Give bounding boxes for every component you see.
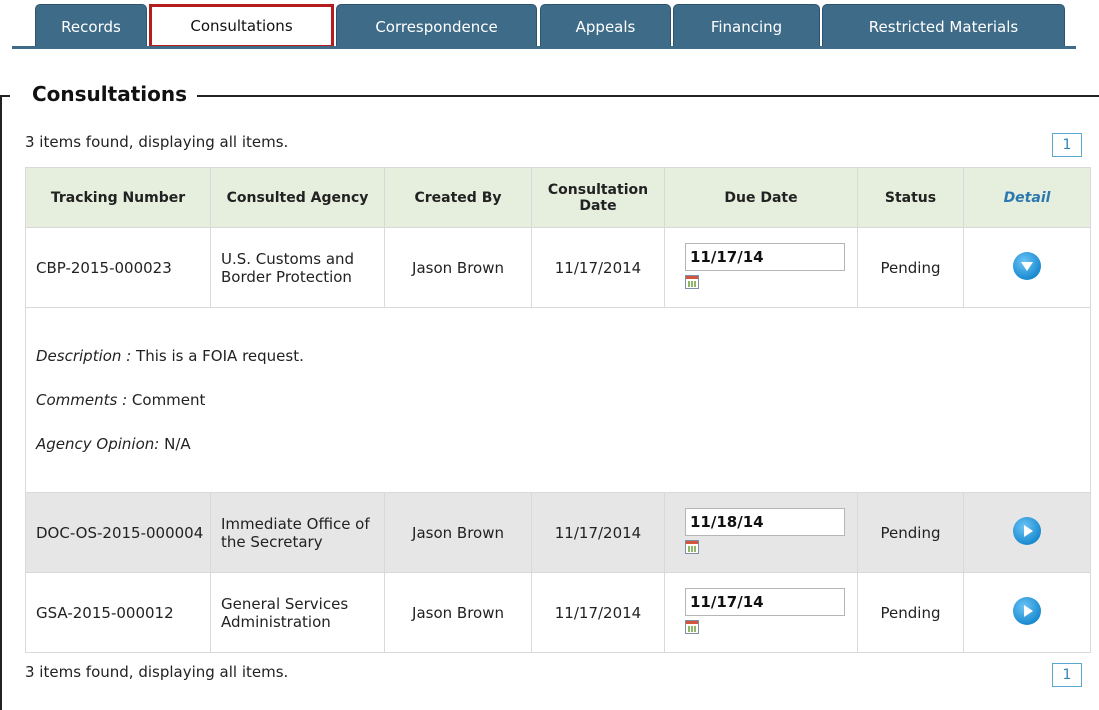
- status: Pending: [857, 227, 964, 308]
- tab-correspondence[interactable]: Correspondence: [336, 4, 537, 48]
- detail-cell: [963, 492, 1091, 573]
- status: Pending: [857, 572, 964, 653]
- opinion-value: N/A: [164, 435, 191, 453]
- calendar-icon[interactable]: [685, 619, 699, 634]
- calendar-icon[interactable]: [685, 539, 699, 554]
- tracking-number: DOC-OS-2015-000004: [25, 492, 211, 573]
- col-consultation-date: Consultation Date: [531, 167, 665, 228]
- tab-consultations[interactable]: Consultations: [149, 4, 334, 48]
- status: Pending: [857, 492, 964, 573]
- due-date-cell: [664, 227, 858, 308]
- table-row: GSA-2015-000012 General Services Adminis…: [25, 572, 1091, 653]
- created-by: Jason Brown: [384, 227, 532, 308]
- collapse-detail-icon[interactable]: [1013, 251, 1041, 280]
- due-date-input[interactable]: [685, 242, 845, 271]
- comments-value: Comment: [131, 391, 206, 409]
- table-header-row: Tracking Number Consulted Agency Created…: [25, 167, 1091, 228]
- tab-bar: Records Consultations Correspondence App…: [0, 0, 1099, 52]
- page-link-1-top[interactable]: 1: [1052, 133, 1082, 157]
- tab-financing[interactable]: Financing: [673, 4, 820, 48]
- created-by: Jason Brown: [384, 492, 532, 573]
- opinion-label: Agency Opinion:: [36, 435, 160, 453]
- detail-cell: [963, 227, 1091, 308]
- results-summary-top: 3 items found, displaying all items.: [25, 133, 289, 151]
- results-summary-bottom: 3 items found, displaying all items.: [25, 663, 289, 681]
- due-date-cell: [664, 492, 858, 573]
- page-link-1-bottom[interactable]: 1: [1052, 663, 1082, 687]
- created-by: Jason Brown: [384, 572, 532, 653]
- tracking-number: CBP-2015-000023: [25, 227, 211, 308]
- table-row: CBP-2015-000023 U.S. Customs and Border …: [25, 227, 1091, 308]
- col-due-date: Due Date: [664, 167, 858, 228]
- due-date-input[interactable]: [685, 587, 845, 616]
- tab-restricted-materials[interactable]: Restricted Materials: [822, 4, 1065, 48]
- tab-underline: [12, 46, 1076, 49]
- detail-row: Description : This is a FOIA request. Co…: [25, 307, 1091, 493]
- col-consulted-agency: Consulted Agency: [210, 167, 385, 228]
- col-status: Status: [857, 167, 964, 228]
- consultation-date: 11/17/2014: [531, 492, 665, 573]
- detail-cell: [963, 572, 1091, 653]
- expand-detail-icon[interactable]: [1013, 596, 1041, 625]
- col-detail: Detail: [963, 167, 1091, 228]
- consulted-agency: General Services Administration: [210, 572, 385, 653]
- due-date-cell: [664, 572, 858, 653]
- calendar-icon[interactable]: [685, 274, 699, 289]
- tab-appeals[interactable]: Appeals: [540, 4, 671, 48]
- tracking-number: GSA-2015-000012: [25, 572, 211, 653]
- detail-panel: Description : This is a FOIA request. Co…: [25, 307, 1091, 493]
- expand-detail-icon[interactable]: [1013, 516, 1041, 545]
- description-line: Description : This is a FOIA request.: [36, 347, 1080, 365]
- due-date-input[interactable]: [685, 507, 845, 536]
- description-label: Description :: [36, 347, 132, 365]
- consulted-agency: Immediate Office of the Secretary: [210, 492, 385, 573]
- opinion-line: Agency Opinion: N/A: [36, 435, 1080, 453]
- consulted-agency: U.S. Customs and Border Protection: [210, 227, 385, 308]
- consultation-date: 11/17/2014: [531, 227, 665, 308]
- description-value: This is a FOIA request.: [136, 347, 304, 365]
- comments-label: Comments :: [36, 391, 128, 409]
- section-title: Consultations: [10, 82, 198, 106]
- col-tracking-number: Tracking Number: [25, 167, 211, 228]
- consultation-date: 11/17/2014: [531, 572, 665, 653]
- col-created-by: Created By: [384, 167, 532, 228]
- consultations-table: Tracking Number Consulted Agency Created…: [25, 167, 1091, 653]
- comments-line: Comments : Comment: [36, 391, 1080, 409]
- tab-records[interactable]: Records: [35, 4, 147, 48]
- table-row: DOC-OS-2015-000004 Immediate Office of t…: [25, 492, 1091, 573]
